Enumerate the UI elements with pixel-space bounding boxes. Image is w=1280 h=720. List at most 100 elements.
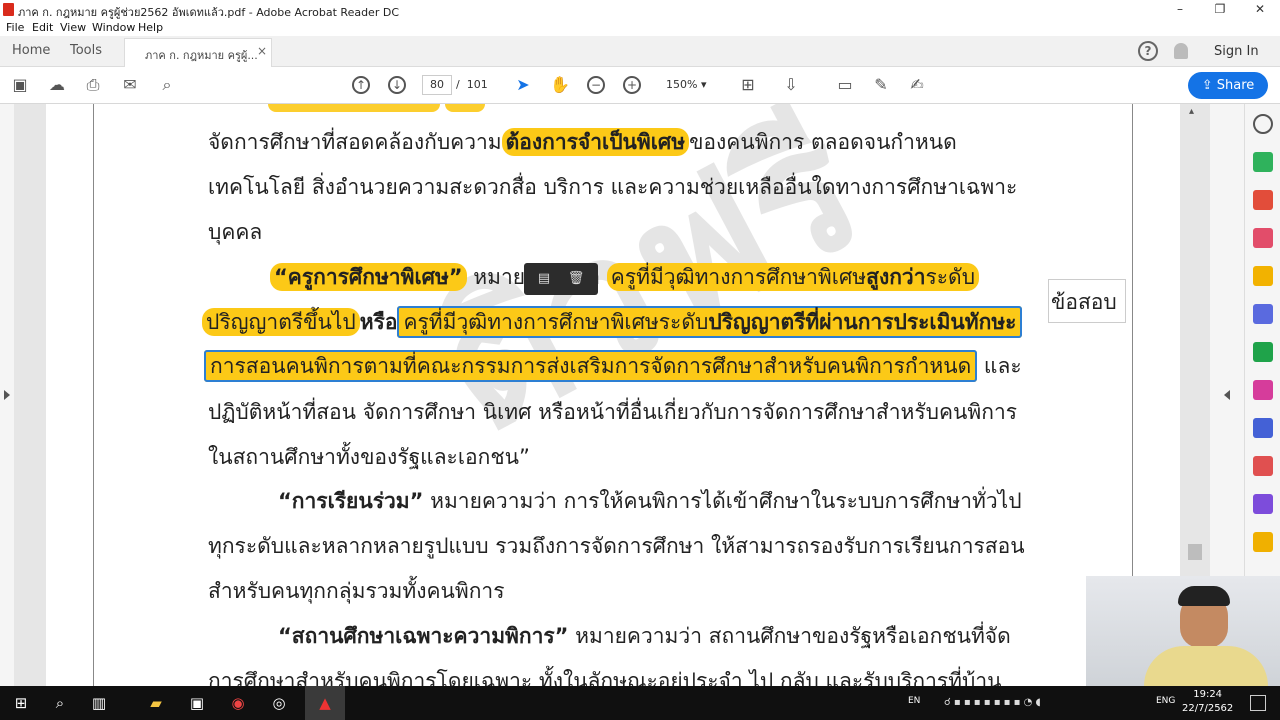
save-icon[interactable]: ▣ [8, 74, 32, 96]
search-taskbar-icon[interactable]: ⌕ [47, 691, 73, 715]
previous-page-icon[interactable]: ↑ [352, 76, 370, 94]
export-pdf-icon[interactable] [1253, 152, 1273, 172]
zoom-search-icon[interactable] [1253, 114, 1273, 134]
text-line-10: ทุกระดับและหลากหลายรูปแบบ รวมถึงการจัดกา… [208, 534, 1025, 558]
collapse-right-icon[interactable] [1224, 390, 1230, 400]
clock[interactable]: 19:24 22/7/2562 [1182, 688, 1233, 716]
menu-help[interactable]: Help [138, 21, 163, 34]
zoom-level-select[interactable]: 150% ▾ [654, 75, 714, 95]
organize-pages-icon[interactable] [1253, 228, 1273, 248]
notifications-icon[interactable] [1250, 695, 1266, 711]
minimize-button[interactable]: – [1160, 0, 1200, 19]
chrome-icon[interactable]: ◉ [225, 691, 251, 715]
combine-files-icon[interactable] [1253, 304, 1273, 324]
zoom-in-icon[interactable]: + [623, 76, 641, 94]
tab-tools[interactable]: Tools [70, 43, 102, 58]
obs-icon[interactable]: ◎ [266, 691, 292, 715]
select-cursor-icon[interactable]: ➤ [511, 74, 535, 96]
next-page-icon[interactable]: ↓ [388, 76, 406, 94]
highlight-special-ed-teacher[interactable]: “ครูการศึกษาพิเศษ” [270, 263, 467, 291]
text-line-3: บุคคล [208, 220, 263, 244]
fill-sign-icon[interactable] [1253, 380, 1273, 400]
acrobat-taskbar-icon[interactable]: ▲ [305, 686, 345, 720]
highlight-special-needs[interactable]: ต้องการจำเป็นพิเศษ [501, 128, 690, 156]
sign-icon[interactable]: ✍ [905, 74, 929, 96]
send-signature-icon[interactable] [1253, 494, 1273, 514]
text-line-8: ในสถานศึกษาทั้งของรัฐและเอกชน” [208, 445, 530, 469]
menu-edit[interactable]: Edit [32, 21, 53, 34]
add-note-icon[interactable]: ▤ [534, 270, 554, 288]
share-label: Share [1216, 78, 1255, 93]
selected-highlight-bachelor-assessed[interactable]: ครูที่มีวุฒิทางการศึกษาพิเศษระดับปริญญาต… [397, 306, 1023, 338]
expand-left-icon[interactable] [4, 390, 10, 400]
toolbar: ▣ ☁ ⎙ ✉ ⌕ ↑ ↓ 80 / 101 ➤ ✋ − + 150% ▾ ⊞ … [0, 67, 1280, 104]
left-pane-toggle[interactable] [0, 104, 14, 686]
text-line-2: เทคโนโลยี สิ่งอำนวยความสะดวกสื่อ บริการ … [208, 175, 1018, 199]
text-line-4: “ครูการศึกษาพิเศษ” หมายความว่า ครูที่มีว… [270, 261, 980, 294]
delete-icon[interactable]: 🗑 [566, 270, 586, 288]
scroll-mode-icon[interactable]: ⇩ [779, 74, 803, 96]
input-language-left[interactable]: EN [908, 696, 920, 706]
print-icon[interactable]: ⎙ [81, 74, 105, 96]
highlight-bachelor-or-higher[interactable]: ปริญญาตรีขึ้นไป [202, 308, 360, 336]
menu-file[interactable]: File [6, 21, 24, 34]
help-icon[interactable]: ? [1138, 41, 1158, 61]
document-viewer[interactable]: ติวฟรี จัดการศึกษาที่สอดคล้องกับความ ต้อง… [0, 104, 1244, 686]
webcam-overlay [1086, 576, 1280, 686]
text-line-1: จัดการศึกษาที่สอดคล้องกับความ ต้องการจำเป… [208, 128, 957, 156]
text-line-6: การสอนคนพิการตามที่คณะกรรมการส่งเสริมการ… [204, 350, 1022, 383]
tab-document[interactable]: ภาค ก. กฎหมาย ครูผู้... × [124, 38, 272, 67]
sign-in-link[interactable]: Sign In [1214, 44, 1259, 59]
annotation-popup: ▤ 🗑 [524, 263, 598, 295]
total-pages: 101 [466, 78, 488, 91]
hand-tool-icon[interactable]: ✋ [548, 74, 572, 96]
acrobat-app-icon [3, 3, 14, 16]
comment-tool-icon[interactable] [1253, 266, 1273, 286]
tab-home[interactable]: Home [12, 43, 50, 58]
task-view-icon[interactable]: ▥ [86, 691, 112, 715]
maximize-button[interactable]: ❐ [1200, 0, 1240, 19]
notification-bell-icon[interactable] [1174, 43, 1188, 59]
page-number-input[interactable]: 80 [422, 75, 452, 95]
sticky-note[interactable]: ข้อสอบ [1048, 279, 1126, 323]
clock-date: 22/7/2562 [1182, 703, 1234, 714]
zoom-out-icon[interactable]: − [587, 76, 605, 94]
windows-taskbar: ⊞ ⌕ ▥ ▰ ▣ ◉ ◎ ▲ EN ☌ ▪ ▪ ▪ ▪ ▪ ▪ ▪ ◔ ◖ E… [0, 686, 1280, 720]
text-line-7: ปฏิบัติหน้าที่สอน จัดการศึกษา นิเทศ หรือ… [208, 400, 1018, 424]
email-icon[interactable]: ✉ [118, 74, 142, 96]
presenter-hair [1178, 586, 1230, 606]
document-tab-label: ภาค ก. กฎหมาย ครูผู้... [145, 49, 258, 62]
pdf-convert-icon[interactable] [1253, 456, 1273, 476]
comment-icon[interactable]: ▭ [833, 74, 857, 96]
create-pdf-icon[interactable] [1253, 190, 1273, 210]
selected-highlight-committee[interactable]: การสอนคนพิการตามที่คณะกรรมการส่งเสริมการ… [204, 350, 978, 382]
text-line-11: สำหรับคนทุกกลุ่มรวมทั้งคนพิการ [208, 579, 505, 603]
text-line-12: “สถานศึกษาเฉพาะความพิการ” หมายความว่า สถ… [278, 624, 1011, 648]
page-gutter [14, 104, 46, 686]
store-icon[interactable]: ▣ [184, 691, 210, 715]
protect-icon[interactable] [1253, 418, 1273, 438]
scroll-up-icon[interactable]: ▴ [1189, 106, 1194, 117]
presenter-shirt [1144, 646, 1268, 686]
share-button[interactable]: ⇪ Share [1188, 72, 1268, 99]
windows-start-icon[interactable]: ⊞ [8, 691, 34, 715]
title-bar: ภาค ก. กฎหมาย ครูผู้ช่วย2562 อัพเดทแล้ว.… [0, 0, 1280, 19]
upload-cloud-icon[interactable]: ☁ [45, 74, 69, 96]
text-line-9: “การเรียนร่วม” หมายความว่า การให้คนพิการ… [278, 489, 1022, 513]
more-tools-icon[interactable] [1253, 532, 1273, 552]
highlight-teacher-qualification[interactable]: ครูที่มีวุฒิทางการศึกษาพิเศษสูงกว่าระดับ [606, 263, 980, 291]
scrollbar-thumb[interactable] [1188, 544, 1202, 560]
search-icon[interactable]: ⌕ [155, 74, 179, 96]
close-button[interactable]: ✕ [1240, 0, 1280, 19]
menu-view[interactable]: View [60, 21, 86, 34]
highlight-pen-icon[interactable]: ✎ [869, 74, 893, 96]
pdf-page[interactable]: ติวฟรี จัดการศึกษาที่สอดคล้องกับความ ต้อง… [46, 104, 1180, 686]
menu-window[interactable]: Window [92, 21, 135, 34]
compress-pdf-icon[interactable] [1253, 342, 1273, 362]
file-explorer-icon[interactable]: ▰ [143, 691, 169, 715]
close-tab-icon[interactable]: × [257, 44, 267, 58]
menu-bar: File Edit View Window Help [0, 19, 1280, 36]
system-tray-icons[interactable]: ☌ ▪ ▪ ▪ ▪ ▪ ▪ ▪ ◔ ◖ [944, 697, 1144, 709]
input-language[interactable]: ENG [1156, 696, 1175, 706]
page-fit-icon[interactable]: ⊞ [736, 74, 760, 96]
